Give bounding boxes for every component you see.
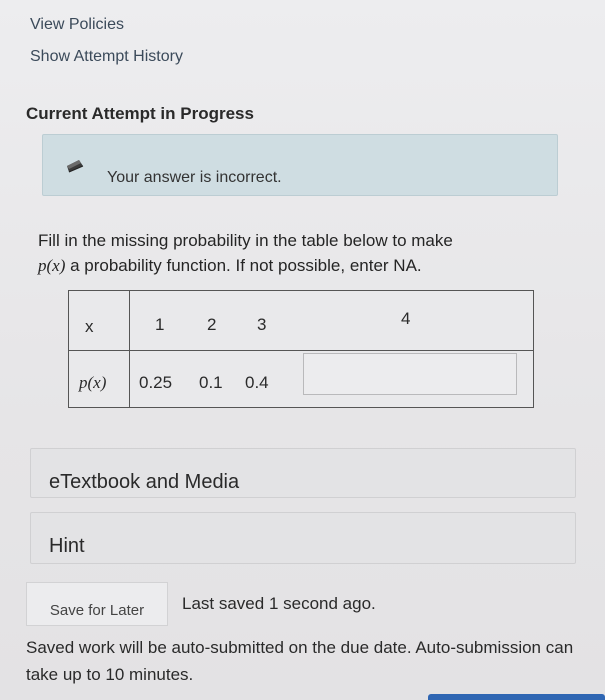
last-saved-status: Last saved 1 second ago. bbox=[182, 594, 376, 613]
probability-answer-input[interactable] bbox=[303, 353, 517, 395]
table-x-value: 1 bbox=[155, 315, 165, 334]
table-x-value: 3 bbox=[257, 315, 267, 334]
question-text: Fill in the missing probability in the t… bbox=[38, 228, 538, 278]
table-column-divider bbox=[129, 291, 130, 407]
question-line-2: p(x) a probability function. If not poss… bbox=[38, 253, 538, 278]
submit-button-edge[interactable] bbox=[428, 694, 605, 700]
assignment-page: View Policies Show Attempt History Curre… bbox=[0, 0, 605, 700]
question-line-2-rest: a probability function. If not possible,… bbox=[65, 256, 422, 275]
etextbook-media-button[interactable]: eTextbook and Media bbox=[30, 448, 576, 498]
feedback-alert: Your answer is incorrect. bbox=[42, 134, 558, 196]
table-header-px: p(x) bbox=[79, 373, 107, 392]
attempt-title: Current Attempt in Progress bbox=[26, 104, 254, 123]
table-x-value: 2 bbox=[207, 315, 217, 334]
table-x-value: 4 bbox=[401, 309, 411, 328]
table-header-x: x bbox=[85, 317, 94, 336]
view-policies-link[interactable]: View Policies bbox=[30, 16, 124, 34]
show-attempt-history-link[interactable]: Show Attempt History bbox=[30, 48, 183, 66]
table-p-value: 0.4 bbox=[245, 373, 269, 392]
probability-table: x 1 2 3 4 p(x) 0.25 0.1 0.4 bbox=[68, 290, 534, 408]
hint-button[interactable]: Hint bbox=[30, 512, 576, 564]
feedback-message: Your answer is incorrect. bbox=[107, 169, 282, 186]
question-math-px: p(x) bbox=[38, 256, 66, 275]
table-row-divider bbox=[69, 350, 533, 351]
question-line-1: Fill in the missing probability in the t… bbox=[38, 231, 453, 250]
table-p-value: 0.1 bbox=[199, 373, 223, 392]
etextbook-media-label: eTextbook and Media bbox=[49, 471, 240, 493]
hint-label: Hint bbox=[49, 535, 85, 557]
save-for-later-button[interactable]: Save for Later bbox=[26, 582, 168, 626]
auto-submit-note: Saved work will be auto-submitted on the… bbox=[26, 638, 574, 684]
table-p-value: 0.25 bbox=[139, 373, 173, 392]
pencil-icon bbox=[65, 158, 85, 174]
